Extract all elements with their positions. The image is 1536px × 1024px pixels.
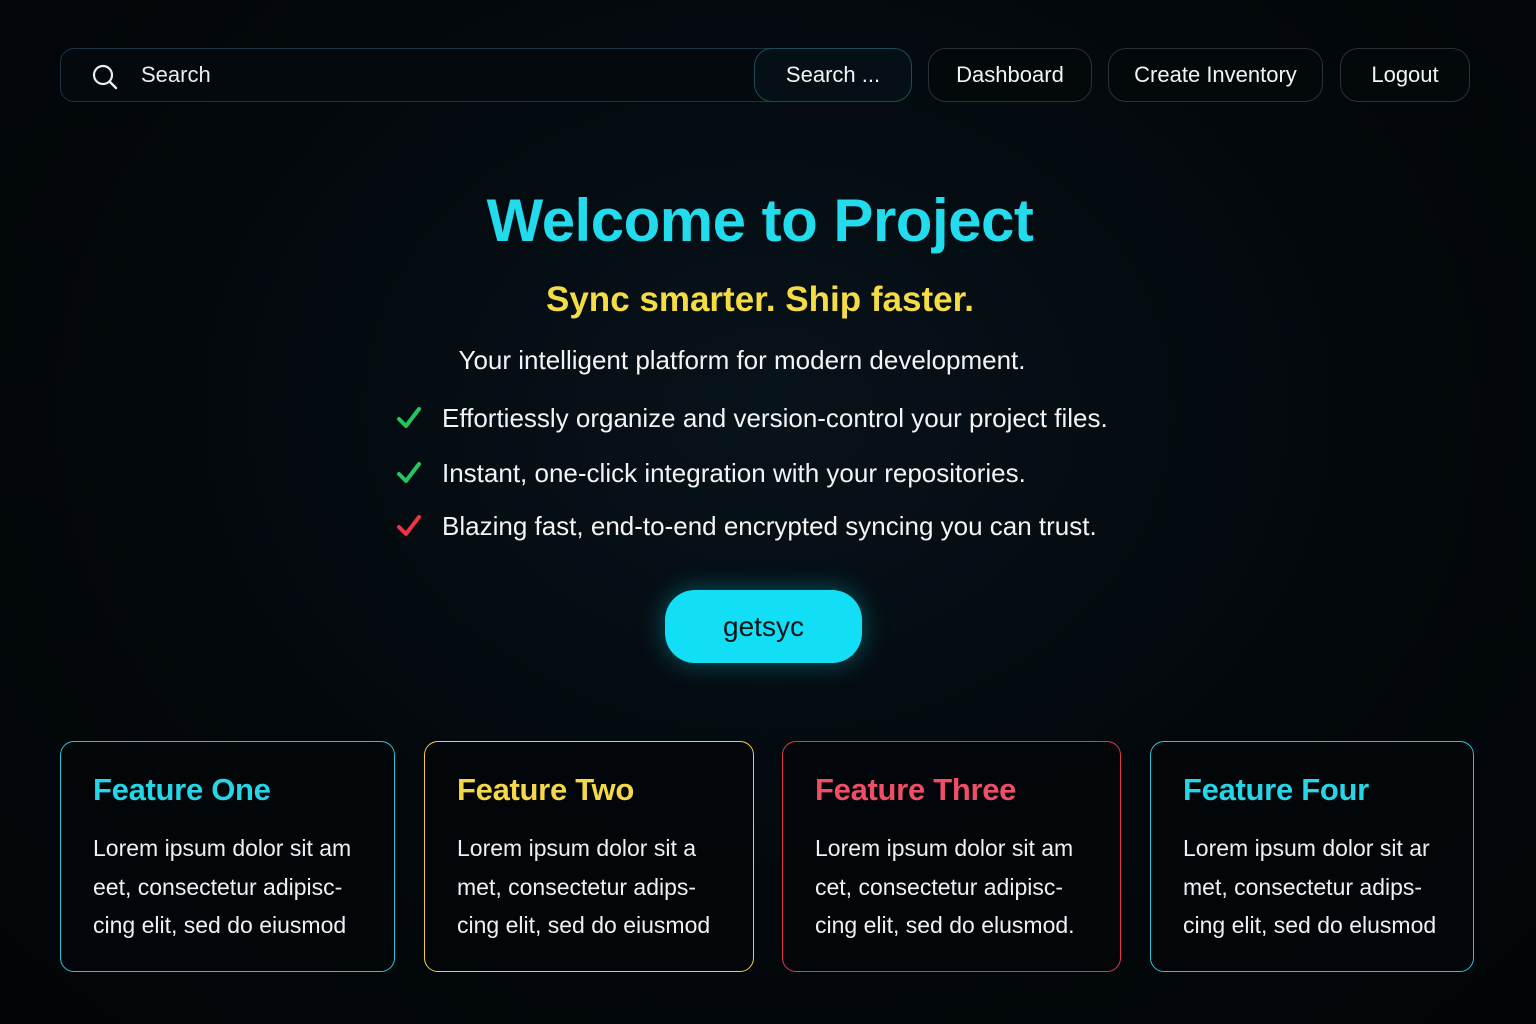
feature-card-title: Feature Four	[1183, 772, 1369, 807]
create-inventory-button[interactable]: Create Inventory	[1108, 48, 1323, 102]
feature-card-title: Feature Three	[815, 772, 1017, 807]
bullet-text: Blazing fast, end-to-end encrypted synci…	[442, 510, 1097, 541]
feature-card: Feature One Lorem ipsum dolor sit am eet…	[60, 741, 395, 972]
feature-card-text: cing elit, sed do elusmod.	[815, 912, 1075, 938]
feature-card-text: cing elit, sed do eiusmod	[457, 912, 711, 938]
hero-subtitle: Sync smarter. Ship faster.	[546, 280, 974, 319]
feature-card-title: Feature Two	[457, 772, 634, 807]
bullet-item: Blazing fast, end-to-end encrypted synci…	[396, 506, 1097, 546]
feature-card: Feature Two Lorem ipsum dolor sit a met,…	[424, 741, 754, 972]
feature-card-text: eet, consectetur adipisc-	[93, 874, 343, 900]
check-icon	[396, 405, 422, 431]
feature-card-text: Lorem ipsum dolor sit ar	[1183, 835, 1430, 861]
bullet-item: Instant, one-click integration with your…	[396, 453, 1026, 493]
search-button[interactable]: Search ...	[754, 48, 912, 102]
page-title: Welcome to Project	[486, 187, 1034, 254]
feature-card: Feature Three Lorem ipsum dolor sit am c…	[782, 741, 1121, 972]
search-input[interactable]	[141, 49, 741, 101]
feature-card-text: met, consectetur adips-	[1183, 874, 1423, 900]
feature-card-text: cing elit, sed do eiusmod	[93, 912, 347, 938]
logout-button[interactable]: Logout	[1340, 48, 1470, 102]
feature-card: Feature Four Lorem ipsum dolor sit ar me…	[1150, 741, 1474, 972]
feature-card-text: met, consectetur adips-	[457, 874, 697, 900]
feature-card-text: cet, consectetur adipisc-	[815, 874, 1064, 900]
bullet-text: Effortiessly organize and version-contro…	[442, 402, 1108, 433]
getsyc-button[interactable]: getsyc	[665, 590, 862, 663]
dashboard-button[interactable]: Dashboard	[928, 48, 1092, 102]
feature-card-title: Feature One	[93, 772, 271, 807]
feature-card-text: Lorem ipsum dolor sit a	[457, 835, 697, 861]
search-icon	[91, 63, 119, 91]
feature-card-text: cing elit, sed do elusmod	[1183, 912, 1437, 938]
feature-card-text: Lorem ipsum dolor sit am	[815, 835, 1074, 861]
hero-description: Your intelligent platform for modern dev…	[458, 345, 1026, 375]
check-icon	[396, 513, 422, 539]
feature-card-text: Lorem ipsum dolor sit am	[93, 835, 352, 861]
check-icon	[396, 460, 422, 486]
search-bar[interactable]	[60, 48, 800, 102]
bullet-item: Effortiessly organize and version-contro…	[396, 398, 1108, 438]
bullet-text: Instant, one-click integration with your…	[442, 457, 1026, 488]
